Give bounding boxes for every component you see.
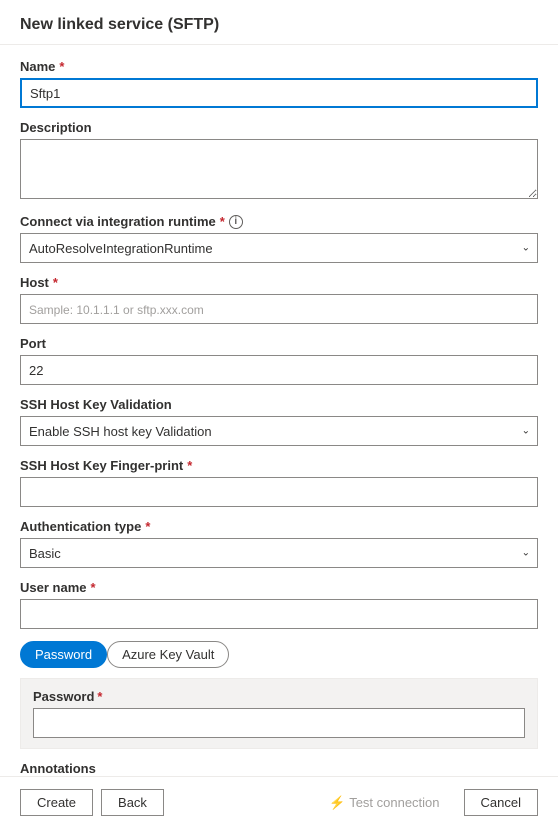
ssh-validation-select[interactable]: Enable SSH host key Validation xyxy=(20,416,538,446)
azure-key-vault-tab[interactable]: Azure Key Vault xyxy=(107,641,229,668)
ssh-validation-select-wrapper: Enable SSH host key Validation ⌄ xyxy=(20,416,538,446)
host-label: Host * xyxy=(20,275,538,290)
ssh-fingerprint-label: SSH Host Key Finger-print * xyxy=(20,458,538,473)
password-input[interactable] xyxy=(33,708,525,738)
create-button[interactable]: Create xyxy=(20,789,93,816)
ssh-fingerprint-required: * xyxy=(187,458,192,473)
description-input[interactable] xyxy=(20,139,538,199)
integration-runtime-select-wrapper: AutoResolveIntegrationRuntime ⌄ xyxy=(20,233,538,263)
password-section: Password Azure Key Vault Password * xyxy=(20,641,538,749)
auth-type-field-group: Authentication type * Basic ⌄ xyxy=(20,519,538,568)
username-input[interactable] xyxy=(20,599,538,629)
host-required: * xyxy=(53,275,58,290)
ssh-validation-field-group: SSH Host Key Validation Enable SSH host … xyxy=(20,397,538,446)
ssh-fingerprint-input[interactable] xyxy=(20,477,538,507)
integration-runtime-select[interactable]: AutoResolveIntegrationRuntime xyxy=(20,233,538,263)
name-required: * xyxy=(59,59,64,74)
password-tab[interactable]: Password xyxy=(20,641,107,668)
description-label: Description xyxy=(20,120,538,135)
integration-runtime-field-group: Connect via integration runtime * i Auto… xyxy=(20,214,538,263)
port-label: Port xyxy=(20,336,538,351)
auth-type-select-wrapper: Basic ⌄ xyxy=(20,538,538,568)
panel-title: New linked service (SFTP) xyxy=(20,16,538,34)
panel-header: New linked service (SFTP) xyxy=(0,0,558,45)
test-connection-label: Test connection xyxy=(349,795,439,810)
auth-type-label: Authentication type * xyxy=(20,519,538,534)
username-label: User name * xyxy=(20,580,538,595)
port-input[interactable] xyxy=(20,355,538,385)
name-field-group: Name * xyxy=(20,59,538,108)
back-button[interactable]: Back xyxy=(101,789,164,816)
integration-runtime-required: * xyxy=(220,214,225,229)
password-inner-label: Password * xyxy=(33,689,525,704)
ssh-fingerprint-field-group: SSH Host Key Finger-print * xyxy=(20,458,538,507)
password-required: * xyxy=(97,689,102,704)
name-label: Name * xyxy=(20,59,538,74)
panel-footer: Create Back ⚡ Test connection Cancel xyxy=(0,776,558,828)
test-connection-button[interactable]: ⚡ Test connection xyxy=(313,790,456,816)
password-inner-group: Password * xyxy=(20,678,538,749)
integration-runtime-info-icon[interactable]: i xyxy=(229,215,243,229)
username-field-group: User name * xyxy=(20,580,538,629)
password-tab-group: Password Azure Key Vault xyxy=(20,641,538,668)
ssh-validation-label: SSH Host Key Validation xyxy=(20,397,538,412)
auth-type-select[interactable]: Basic xyxy=(20,538,538,568)
annotations-label: Annotations xyxy=(20,761,538,776)
username-required: * xyxy=(90,580,95,595)
port-field-group: Port xyxy=(20,336,538,385)
host-input[interactable] xyxy=(20,294,538,324)
panel-body: Name * Description Connect via integrati… xyxy=(0,45,558,776)
annotations-section: Annotations + New xyxy=(20,761,538,776)
host-field-group: Host * xyxy=(20,275,538,324)
name-input[interactable] xyxy=(20,78,538,108)
auth-type-required: * xyxy=(145,519,150,534)
description-field-group: Description xyxy=(20,120,538,202)
integration-runtime-label: Connect via integration runtime * i xyxy=(20,214,538,229)
panel: New linked service (SFTP) Name * Descrip… xyxy=(0,0,558,828)
cancel-button[interactable]: Cancel xyxy=(464,789,538,816)
lightning-icon: ⚡ xyxy=(329,795,345,811)
